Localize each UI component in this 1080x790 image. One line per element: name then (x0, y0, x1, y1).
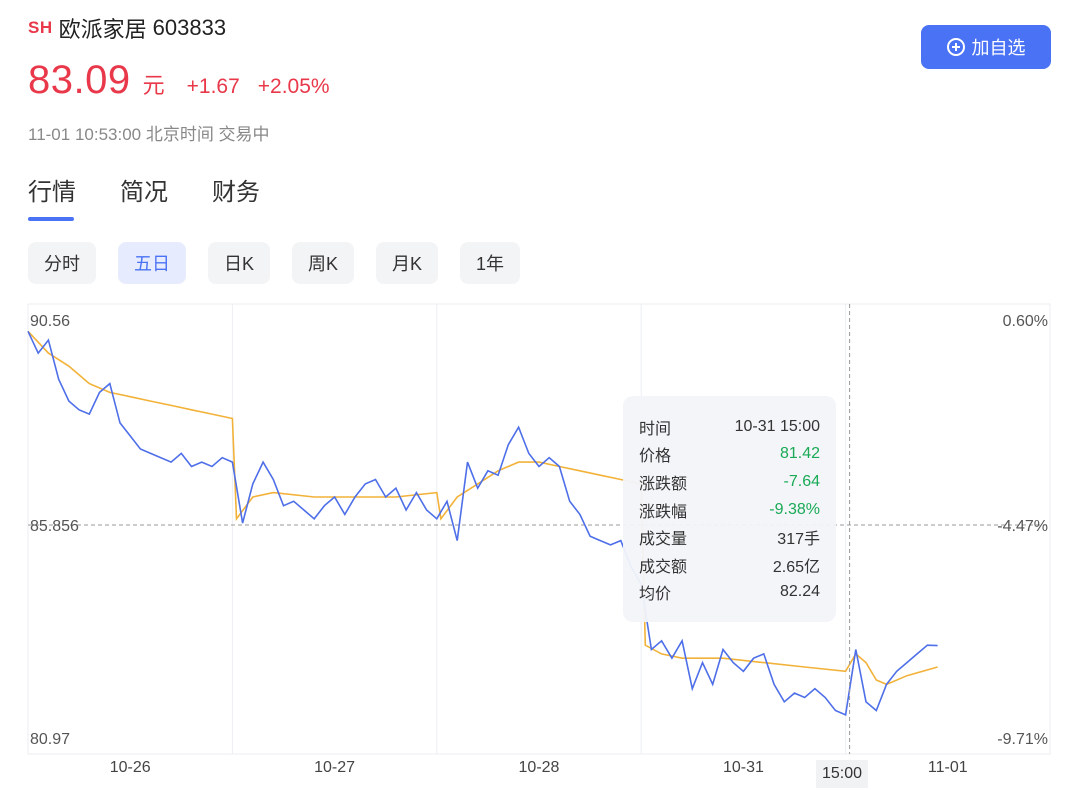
y-axis-label-left: 80.97 (30, 731, 70, 748)
x-axis-date-label: 10-28 (519, 759, 560, 776)
crosshair-tooltip: 时间 10-31 15:00 价格 81.42 涨跌额 -7.64 涨跌幅 -9… (623, 396, 836, 622)
tooltip-row-amount: 成交额 2.65亿 (639, 551, 820, 579)
tooltip-label: 时间 (639, 420, 672, 438)
period-daily-k[interactable]: 日K (208, 242, 271, 284)
price-row: 83.09 元 +1.67 +2.05% (28, 58, 330, 103)
period-one-year[interactable]: 1年 (460, 242, 521, 284)
tooltip-value: 10-31 15:00 (734, 417, 820, 435)
y-axis-label-right: -9.71% (997, 731, 1048, 748)
main-tabs: 行情 简况 财务 (28, 172, 304, 221)
market-badge: SH (28, 18, 53, 37)
five-day-chart[interactable]: 90.56 85.856 80.97 0.60% -4.47% -9.71% 10-26 10… (0, 296, 1080, 790)
tooltip-label: 价格 (639, 448, 672, 466)
tab-profile[interactable]: 简况 (120, 172, 168, 221)
y-axis-label-left: 85.856 (30, 518, 79, 535)
plus-circle-icon (946, 38, 965, 56)
period-monthly-k[interactable]: 月K (376, 242, 439, 284)
chart-frame (27, 303, 1051, 755)
tooltip-value: 82.24 (779, 583, 820, 601)
tooltip-label: 涨跌额 (639, 475, 688, 493)
stock-header: SH 欧派家居 603833 (28, 14, 226, 42)
price-chart-svg[interactable]: 90.56 85.856 80.97 0.60% -4.47% -9.71% 10-26 10… (0, 296, 1080, 790)
tooltip-row-volume: 成交量 317手 (639, 523, 820, 551)
period-selector: 分时 五日 日K 周K 月K 1年 (28, 242, 542, 284)
tooltip-label: 成交额 (639, 558, 688, 576)
add-watchlist-button[interactable]: 加自选 (921, 25, 1051, 69)
x-axis-date-label: 10-27 (314, 759, 355, 776)
tooltip-label: 涨跌幅 (639, 503, 688, 521)
x-axis-date-label: 11-01 (928, 759, 968, 776)
tooltip-value: 2.65亿 (772, 558, 820, 576)
current-price: 83.09 (28, 58, 131, 102)
tooltip-row-time: 时间 10-31 15:00 (639, 413, 820, 441)
tooltip-row-change-pct: 涨跌幅 -9.38% (639, 496, 820, 524)
y-axis-label-right: -4.47% (997, 518, 1048, 535)
tooltip-row-average: 均价 82.24 (639, 579, 820, 607)
price-change-percent: +2.05% (257, 75, 330, 98)
x-axis-date-label: 10-31 (723, 759, 764, 776)
price-change: +1.67 (186, 75, 240, 98)
tooltip-row-change: 涨跌额 -7.64 (639, 468, 820, 496)
tooltip-row-price: 价格 81.42 (639, 441, 820, 469)
tab-financials[interactable]: 财务 (212, 172, 260, 221)
price-unit: 元 (142, 73, 165, 98)
stock-code: 603833 (152, 15, 227, 40)
period-five-day[interactable]: 五日 (118, 242, 186, 284)
tooltip-label: 成交量 (639, 531, 688, 549)
period-weekly-k[interactable]: 周K (292, 242, 355, 284)
tooltip-value: -7.64 (783, 472, 820, 490)
trading-status: 11-01 10:53:00 北京时间 交易中 (28, 125, 270, 144)
tooltip-label: 均价 (639, 586, 672, 604)
stock-name: 欧派家居 (58, 17, 147, 42)
tab-quote[interactable]: 行情 (28, 172, 76, 221)
tooltip-value: -9.38% (769, 500, 820, 518)
add-watchlist-label: 加自选 (971, 38, 1026, 58)
tooltip-value: 81.42 (779, 445, 820, 463)
x-axis-date-label: 10-26 (110, 759, 151, 776)
y-axis-label-left: 90.56 (30, 313, 70, 330)
period-intraday[interactable]: 分时 (28, 242, 96, 284)
crosshair-time-tag: 15:00 (816, 760, 868, 788)
tooltip-value: 317手 (777, 531, 820, 549)
y-axis-label-right: 0.60% (1003, 313, 1048, 330)
